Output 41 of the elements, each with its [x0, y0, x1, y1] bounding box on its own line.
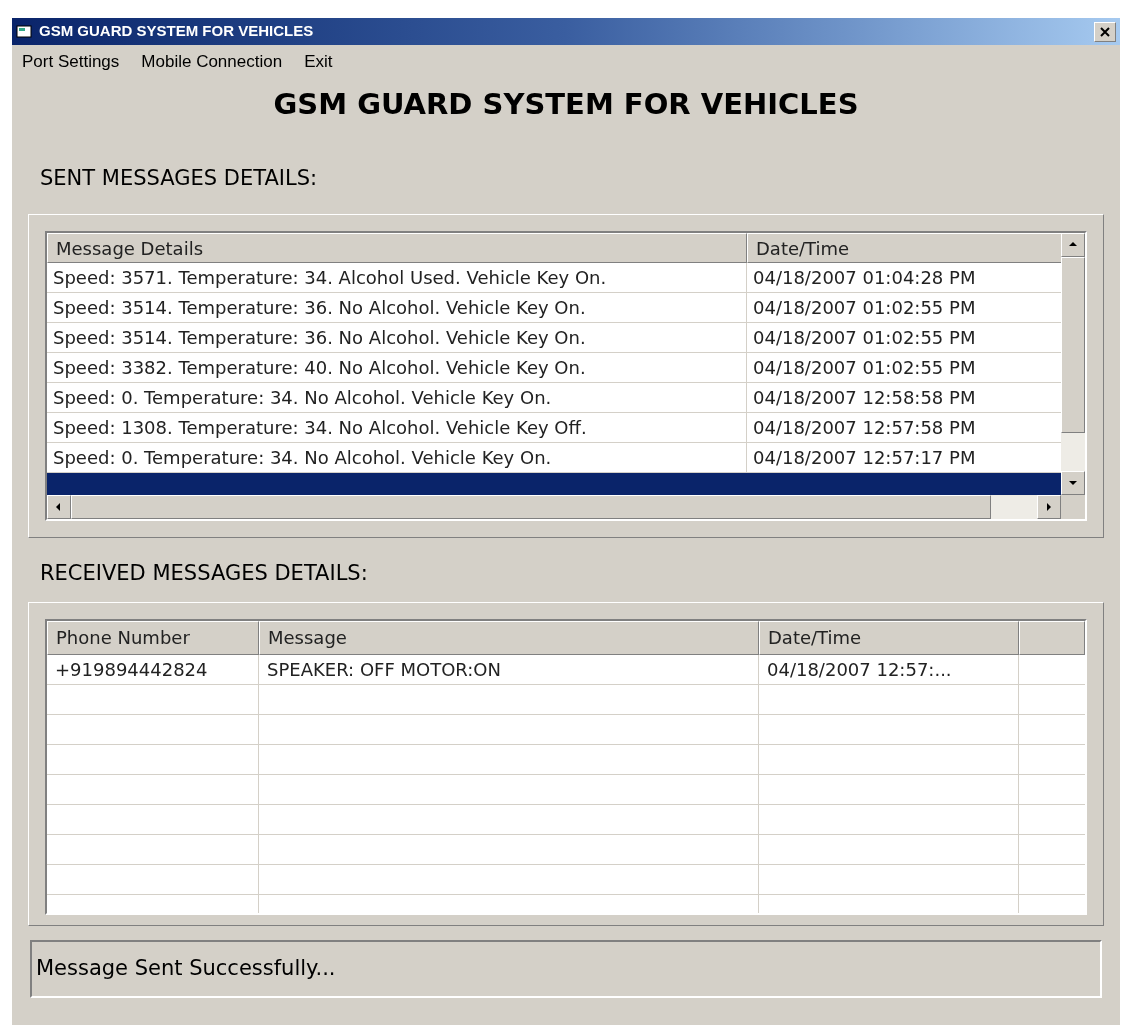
close-icon — [1100, 26, 1110, 37]
table-row[interactable]: Speed: 3514. Temperature: 36. No Alcohol. Vehicle Key On. 04/18/2007 01:02:55 PM — [47, 323, 1061, 353]
menu-item[interactable]: Mobile Connection — [141, 49, 283, 75]
column-header[interactable]: Date/Time — [747, 233, 1061, 263]
section-label: SENT MESSAGES DETAILS: — [40, 164, 318, 192]
scrollbar-corner — [1061, 495, 1085, 519]
column-header[interactable]: Message Details — [47, 233, 747, 263]
vertical-scrollbar[interactable] — [1061, 233, 1085, 495]
app-icon — [16, 23, 34, 40]
column-header[interactable]: Phone Number — [47, 620, 259, 655]
scroll-up-button[interactable] — [1061, 233, 1085, 257]
section-label: RECEIVED MESSAGES DETAILS: — [40, 560, 368, 587]
table-cell: Speed: 0. Temperature: 34. No Alcohol. Vehicle Key On. — [47, 443, 747, 472]
table-row[interactable]: Speed: 0. Temperature: 34. No Alcohol. Vehicle Key On. 04/18/2007 12:57:17 PM — [47, 443, 1061, 473]
table-cell: Speed: 0. Temperature: 34. No Alcohol. Vehicle Key On. — [47, 383, 747, 412]
column-header[interactable]: Date/Time — [759, 620, 1019, 655]
table-cell: Speed: 3571. Temperature: 34. Alcohol Used. Vehicle Key On. — [47, 263, 747, 292]
table-cell: 04/18/2007 12:57:... — [759, 654, 1019, 684]
menu-item[interactable]: Port Settings — [22, 49, 120, 75]
table-row[interactable]: Speed: 3382. Temperature: 40. No Alcohol. Vehicle Key On. 04/18/2007 01:02:55 PM — [47, 353, 1061, 383]
table-cell: Speed: 3382. Temperature: 40. No Alcohol. Vehicle Key On. — [47, 353, 747, 382]
window-title: GSM GUARD SYSTEM FOR VEHICLES — [39, 21, 314, 42]
table-row[interactable]: Speed: 1308. Temperature: 34. No Alcohol. Vehicle Key Off. 04/18/2007 12:57:58 PM — [47, 413, 1061, 443]
scroll-left-button[interactable] — [47, 495, 71, 519]
scroll-right-button[interactable] — [1037, 495, 1061, 519]
scroll-down-button[interactable] — [1061, 471, 1085, 495]
table-row[interactable]: Speed: 3514. Temperature: 36. No Alcohol. Vehicle Key On. 04/18/2007 01:02:55 PM — [47, 293, 1061, 323]
app-heading: GSM GUARD SYSTEM FOR VEHICLES — [273, 86, 859, 123]
status-text: Message Sent Successfully... — [36, 954, 336, 982]
column-header[interactable]: Message — [259, 620, 759, 655]
table-cell: Speed: 3514. Temperature: 36. No Alcohol. Vehicle Key On. — [47, 293, 747, 322]
column-header[interactable] — [1019, 620, 1085, 655]
table-row[interactable]: Speed: 3571. Temperature: 34. Alcohol Used. Vehicle Key On. 04/18/2007 01:04:28 PM — [47, 263, 1061, 293]
table-cell: Speed: 1308. Temperature: 34. No Alcohol. Vehicle Key Off. — [47, 413, 747, 442]
table-cell: SPEAKER: OFF MOTOR:ON — [259, 654, 759, 684]
scroll-thumb[interactable] — [1061, 257, 1085, 433]
menu-item[interactable]: Exit — [304, 49, 333, 75]
table-cell: +919894442824 — [47, 654, 259, 684]
table-row[interactable]: Speed: 0. Temperature: 34. No Alcohol. Vehicle Key On. 04/18/2007 12:58:58 PM — [47, 383, 1061, 413]
close-button[interactable] — [1094, 21, 1116, 42]
table-cell: Speed: 3514. Temperature: 36. No Alcohol. Vehicle Key On. — [47, 323, 747, 352]
